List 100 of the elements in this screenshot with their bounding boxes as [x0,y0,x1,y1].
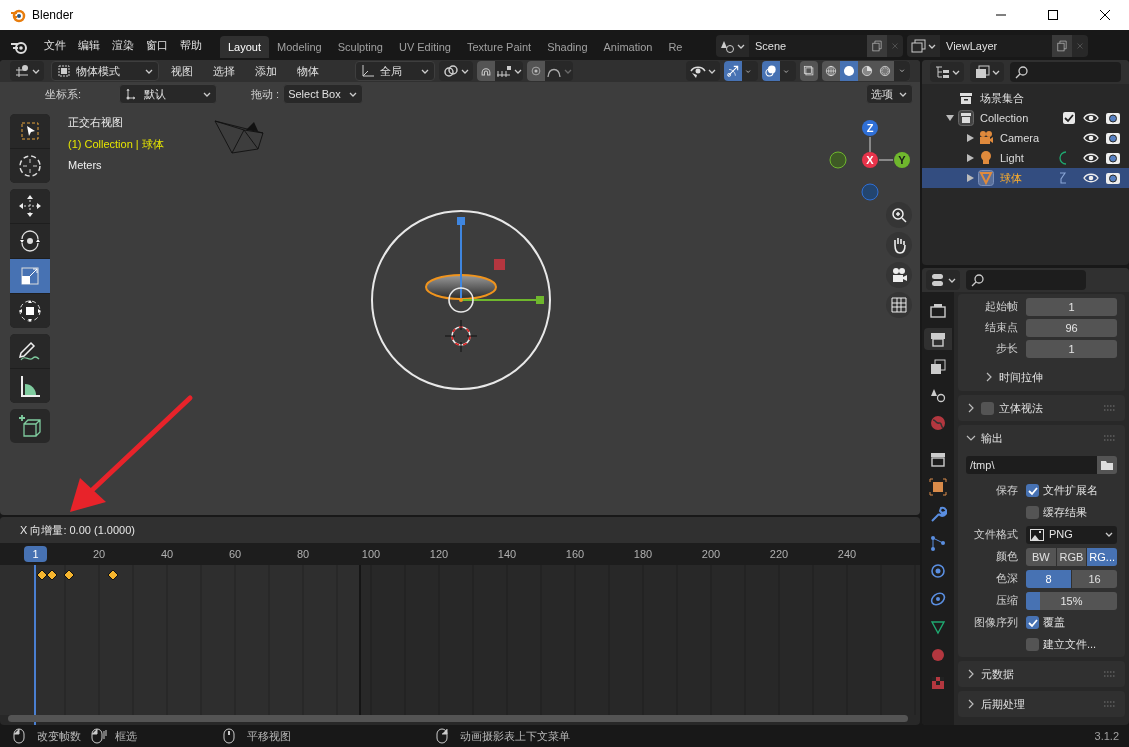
segment-option[interactable]: 16 [1072,569,1117,588]
workspace-tab[interactable]: Layout [220,36,270,58]
drag-handle-icon[interactable] [1103,435,1117,441]
filter-menu[interactable] [970,62,1004,82]
options-dropdown[interactable]: 选项 [866,84,913,104]
menu-item[interactable]: 编辑 [72,36,106,53]
selected-sphere[interactable] [425,274,497,300]
menu-item[interactable]: 添加 [247,62,285,80]
workspace-tab[interactable]: UV Editing [390,36,459,58]
drag-handle-icon[interactable] [1103,701,1117,707]
gizmo-toggle[interactable] [724,61,742,81]
camera-icon[interactable] [1105,151,1121,165]
camera-icon[interactable] [1105,111,1121,125]
outliner-row[interactable]: Collection [922,108,1129,128]
hand-button[interactable] [886,232,912,258]
transform-gizmo[interactable] [448,217,544,313]
drag-handle-icon[interactable] [1103,671,1117,677]
search-field[interactable] [1010,62,1121,82]
collapsed-arrow-icon[interactable] [966,174,974,182]
editor-type-menu[interactable] [926,270,960,290]
segment-option[interactable]: RG... [1087,547,1117,566]
overlays-toggle[interactable] [762,61,780,81]
browse-button[interactable] [1097,456,1117,474]
compression-slider[interactable]: 15% [1026,591,1117,610]
collapsed-arrow-icon[interactable] [966,134,974,142]
segment-option[interactable]: 8 [1026,569,1071,588]
menu-item[interactable]: 窗口 [140,36,174,53]
checkbox[interactable] [1026,638,1039,651]
camera-icon[interactable] [1105,131,1121,145]
search-field[interactable] [966,270,1086,290]
drag-dropdown[interactable]: Select Box [283,84,364,104]
checkbox[interactable] [1026,506,1039,519]
menu-item[interactable]: 文件 [38,36,72,53]
coordinate-system-dropdown[interactable]: 默认 [119,84,217,104]
subpanel-header[interactable]: 时间拉伸 [966,366,1117,388]
name-field[interactable]: Scene [749,35,867,57]
copy-icon[interactable] [1052,35,1072,57]
pivot-dropdown[interactable] [439,61,473,81]
checkbox-label[interactable]: 文件扩展名 [1043,482,1098,499]
outliner-row[interactable]: 球体 [922,168,1129,188]
segment-option[interactable]: BW [1026,547,1056,566]
workspace-tab[interactable]: Re [660,36,691,58]
printer-tab[interactable] [924,328,952,350]
checkbox[interactable] [1063,112,1075,124]
scrollbar[interactable] [8,715,908,722]
menu-item[interactable]: 物体 [289,62,327,80]
proportional-edit-toggle[interactable] [527,61,573,81]
close-icon[interactable] [1099,9,1111,21]
copy-icon[interactable] [867,35,887,57]
collapsed-arrow-icon[interactable] [966,154,974,162]
add-cube-tool[interactable] [10,409,50,443]
number-field[interactable]: 1 [1026,297,1117,316]
xray-toggle[interactable] [800,61,818,81]
axis-handle[interactable] [862,152,878,168]
rotate-tool[interactable] [10,224,50,258]
mode-dropdown[interactable]: 物体模式 [51,61,159,81]
outliner-row[interactable]: Light [922,148,1129,168]
select-box-tool[interactable] [10,114,50,148]
keyframe[interactable] [36,569,48,581]
workspace-tab[interactable]: Animation [595,36,661,58]
keyframe[interactable] [107,569,119,581]
scale-tool[interactable] [10,259,50,293]
panel-header[interactable]: 输出 [966,428,1117,448]
axis-handle[interactable] [829,151,847,169]
eye-icon[interactable] [1083,171,1099,185]
eye-icon[interactable] [1083,131,1099,145]
visibility-dropdown[interactable] [686,61,720,81]
display-mode-menu[interactable] [930,62,964,82]
outliner-row[interactable]: Camera [922,128,1129,148]
maximize-icon[interactable] [1047,9,1059,21]
menu-item[interactable]: 渲染 [106,36,140,53]
segment-option[interactable]: RGB [1056,547,1087,566]
shading-mode-button[interactable] [840,61,858,81]
axis-handle[interactable] [862,120,878,136]
camera-icon[interactable] [1105,171,1121,185]
number-field[interactable]: 1 [1026,339,1117,358]
checkbox[interactable] [1026,484,1039,497]
workspace-tab[interactable]: Modeling [269,36,330,58]
editor-type-menu[interactable] [10,61,44,81]
move-arrows-tool[interactable] [10,189,50,223]
path-field[interactable]: /tmp\ [966,456,1097,474]
orientation-dropdown[interactable]: 全局 [355,61,435,81]
ruler-tool[interactable] [10,369,50,403]
checkbox-label[interactable]: 缓存结果 [1043,504,1087,521]
drag-handle-icon[interactable] [1103,405,1117,411]
eye-icon[interactable] [1083,151,1099,165]
checkbox-label[interactable]: 覆盖 [1043,614,1065,631]
current-frame-indicator[interactable]: 1 [24,546,47,562]
workspace-tab[interactable]: Sculpting [329,36,391,58]
checkbox[interactable] [981,401,994,415]
pencil-tool[interactable] [10,334,50,368]
3d-cursor-tool[interactable] [10,149,50,183]
workspace-tab[interactable]: Shading [539,36,596,58]
grid-button[interactable] [886,292,912,318]
data-block-menu[interactable] [907,35,940,57]
axis-handle[interactable] [861,183,879,201]
menu-item[interactable]: 帮助 [174,36,208,53]
expanded-arrow-icon[interactable] [946,114,954,122]
camera-button[interactable] [886,262,912,288]
checkbox-label[interactable]: 建立文件... [1043,636,1097,653]
